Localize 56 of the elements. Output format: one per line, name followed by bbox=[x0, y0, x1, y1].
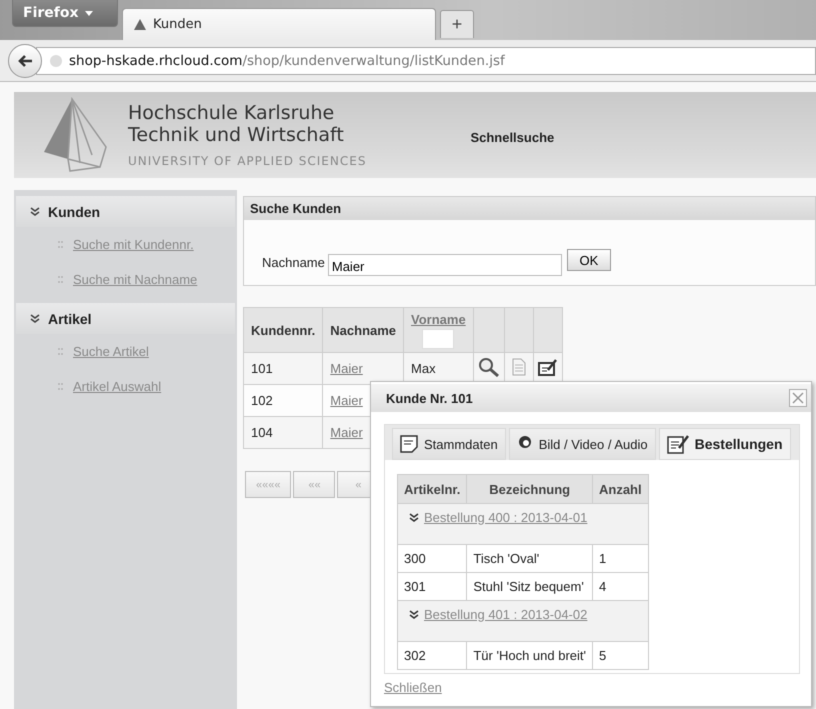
address-bar[interactable]: shop-hskade.rhcloud.com/shop/kundenverwaltung/listKunden.jsf bbox=[36, 46, 816, 74]
column-header: Nachname bbox=[322, 308, 404, 352]
back-button[interactable] bbox=[8, 44, 42, 78]
table-cell: 101 bbox=[244, 352, 323, 384]
caret-icon bbox=[85, 10, 94, 16]
last-name-link[interactable]: Maier bbox=[330, 425, 363, 440]
ok-button[interactable]: OK bbox=[566, 249, 611, 271]
triangle-icon bbox=[133, 18, 147, 32]
edit-icon[interactable] bbox=[538, 358, 558, 376]
table-cell: 102 bbox=[244, 384, 323, 416]
grip-icon bbox=[58, 241, 63, 248]
table-cell: 104 bbox=[244, 416, 323, 448]
sidebar-group-header[interactable]: Artikel bbox=[16, 303, 235, 334]
chevron-icon[interactable] bbox=[409, 512, 419, 522]
sidebar-link[interactable]: Artikel Auswahl bbox=[73, 379, 162, 394]
new-tab-button[interactable]: + bbox=[440, 10, 474, 38]
last-name-link[interactable]: Maier bbox=[330, 361, 363, 376]
dialog-tab[interactable]: Bild / Video / Audio bbox=[508, 428, 656, 460]
browser-tab[interactable]: Kunden bbox=[122, 8, 436, 40]
table-cell: 300 bbox=[398, 544, 467, 572]
notepad-pencil-icon bbox=[666, 434, 689, 454]
grip-icon bbox=[58, 276, 63, 283]
grip-icon bbox=[58, 383, 63, 390]
sidebar-link[interactable]: Suche mit Kundennr. bbox=[73, 237, 194, 252]
firefox-menu-button[interactable]: Firefox bbox=[12, 0, 118, 27]
last-name-field[interactable]: Maier bbox=[328, 254, 562, 276]
university-subtitle: UNIVERSITY OF APPLIED SCIENCES bbox=[128, 154, 366, 168]
note-icon bbox=[400, 435, 418, 453]
quick-search-label: Schnellsuche bbox=[470, 130, 554, 144]
column-header: Kundennr. bbox=[244, 308, 323, 352]
university-name: Hochschule Karlsruhe bbox=[128, 102, 336, 124]
column-header[interactable]: Vorname bbox=[404, 308, 474, 352]
sidebar-group-header[interactable]: Kunden bbox=[16, 196, 235, 227]
search-icon[interactable] bbox=[478, 357, 500, 377]
sidebar-link[interactable]: Suche Artikel bbox=[73, 344, 149, 359]
dialog-title: Kunde Nr. 101 bbox=[386, 390, 473, 406]
back-arrow-icon bbox=[17, 54, 33, 68]
panel-title: Suche Kunden bbox=[244, 197, 815, 220]
chevron-icon[interactable] bbox=[409, 610, 419, 620]
table-cell: 5 bbox=[592, 642, 648, 670]
table-cell: 302 bbox=[398, 642, 467, 670]
table-cell: Tisch 'Oval' bbox=[466, 544, 592, 572]
last-name-link[interactable]: Maier bbox=[330, 393, 363, 408]
column-header: Anzahl bbox=[592, 474, 648, 504]
column-header: Artikelnr. bbox=[398, 474, 467, 504]
grip-icon bbox=[58, 348, 63, 355]
table-cell: 1 bbox=[592, 544, 648, 572]
field-label: Nachname bbox=[262, 254, 325, 270]
sidebar-link[interactable]: Suche mit Nachname bbox=[73, 272, 198, 287]
close-icon[interactable] bbox=[789, 389, 807, 407]
university-name: Technik und Wirtschaft bbox=[128, 124, 345, 146]
column-header: Bezeichnung bbox=[466, 474, 592, 504]
dialog-tab[interactable]: Bestellungen bbox=[658, 428, 791, 460]
dialog-tab[interactable]: Stammdaten bbox=[392, 428, 506, 460]
close-link[interactable]: Schließen bbox=[384, 680, 442, 695]
table-cell: Tür 'Hoch und breit' bbox=[466, 642, 592, 670]
